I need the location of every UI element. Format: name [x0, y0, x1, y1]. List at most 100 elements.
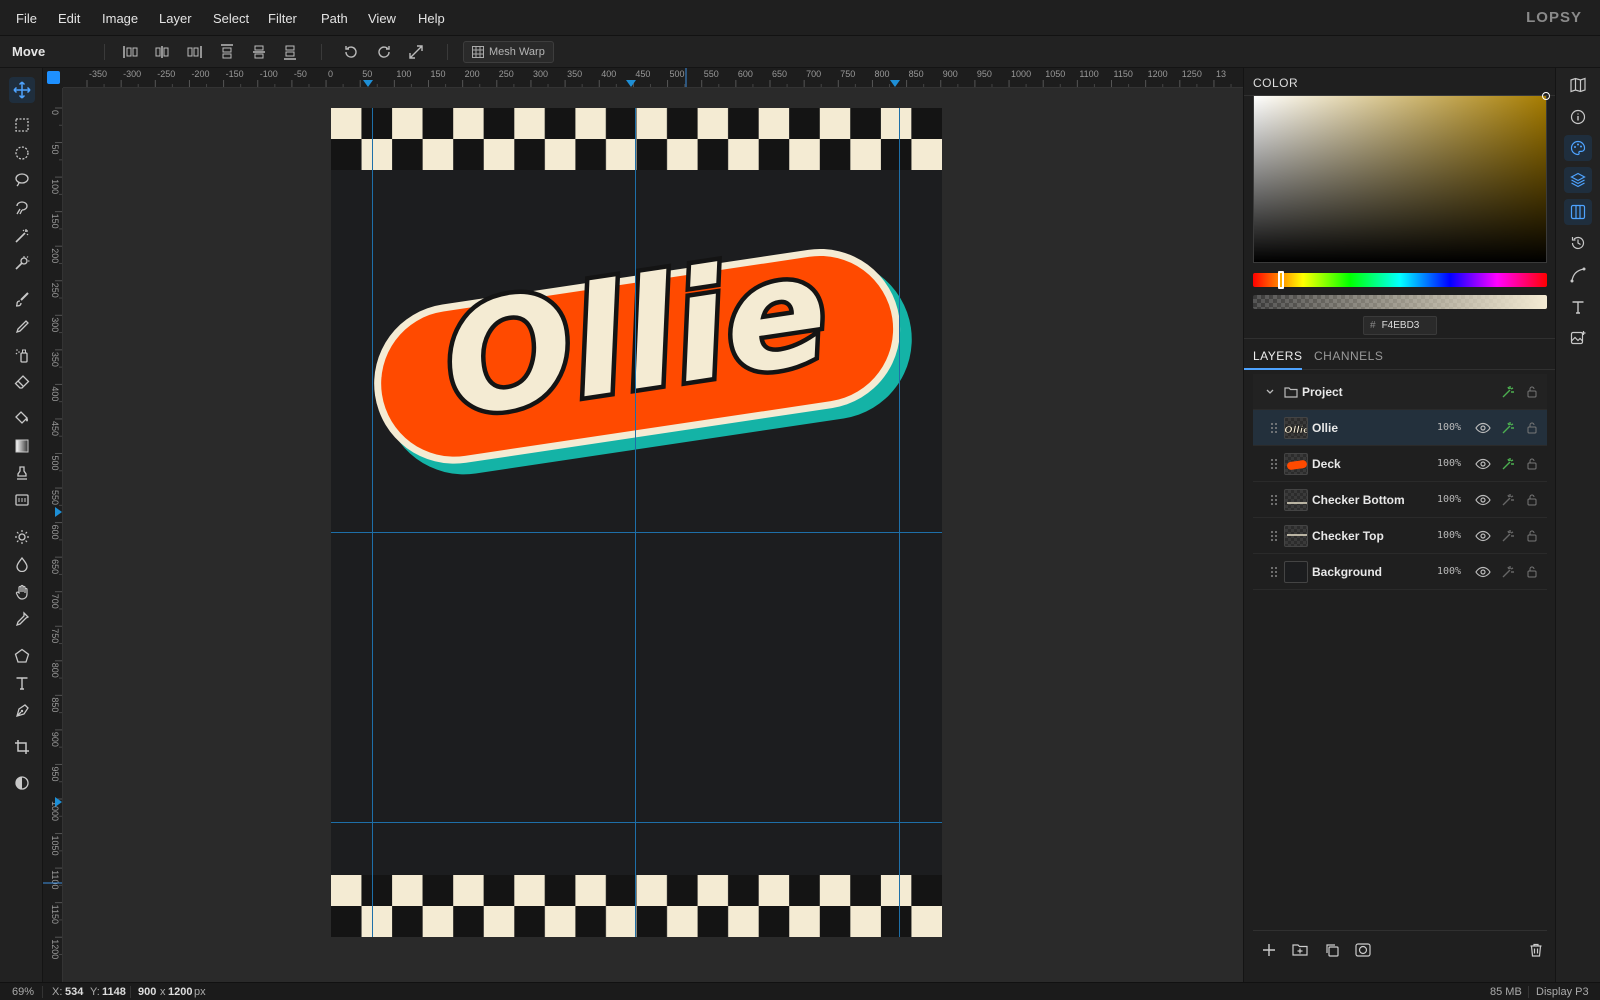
- paths-icon[interactable]: [1564, 262, 1592, 288]
- align-right-icon[interactable]: [182, 40, 206, 64]
- drag-handle-icon[interactable]: [1266, 492, 1282, 508]
- drag-handle-icon[interactable]: [1266, 456, 1282, 472]
- align-center-h-icon[interactable]: [150, 40, 174, 64]
- align-left-icon[interactable]: [119, 40, 143, 64]
- layer-opacity[interactable]: 100%: [1437, 494, 1461, 505]
- menu-layer[interactable]: Layer: [159, 11, 192, 26]
- pattern-stamp-icon[interactable]: [9, 487, 35, 513]
- tab-color[interactable]: COLOR: [1253, 76, 1298, 90]
- history-icon[interactable]: [1564, 230, 1592, 256]
- magic-wand-icon[interactable]: [9, 223, 35, 249]
- color-saturation-picker[interactable]: [1253, 92, 1550, 263]
- character-text-icon[interactable]: [1564, 294, 1592, 320]
- polygon-icon[interactable]: [9, 643, 35, 669]
- lock-icon[interactable]: [1524, 564, 1540, 580]
- menu-help[interactable]: Help: [418, 11, 445, 26]
- hue-slider[interactable]: [1253, 273, 1547, 287]
- layers-icon[interactable]: [1564, 167, 1592, 193]
- menu-file[interactable]: File: [16, 11, 37, 26]
- chevron-down-icon[interactable]: [1262, 384, 1278, 400]
- effects-icon[interactable]: [1500, 384, 1516, 400]
- stamp-icon[interactable]: [9, 460, 35, 486]
- info-icon[interactable]: [1564, 104, 1592, 130]
- drag-handle-icon[interactable]: [1266, 528, 1282, 544]
- tab-layers[interactable]: LAYERS: [1253, 349, 1302, 363]
- rotate-ccw-icon[interactable]: [339, 40, 363, 64]
- guide-marker[interactable]: [890, 80, 900, 87]
- menu-view[interactable]: View: [368, 11, 396, 26]
- drag-handle-icon[interactable]: [1266, 564, 1282, 580]
- rect-select-icon[interactable]: [9, 112, 35, 138]
- pen-icon[interactable]: [9, 698, 35, 724]
- hex-input[interactable]: # F4EBD3: [1363, 316, 1437, 335]
- lock-icon[interactable]: [1524, 492, 1540, 508]
- align-top-icon[interactable]: [215, 40, 239, 64]
- color-profile[interactable]: Display P3: [1536, 986, 1589, 998]
- ellipse-select-icon[interactable]: [9, 140, 35, 166]
- magnetic-lasso-icon[interactable]: [9, 195, 35, 221]
- horizontal-ruler[interactable]: -350 -300 -250 -200 -150 -100 -50 0 50 100 150 200 2…: [63, 68, 1243, 88]
- menu-edit[interactable]: Edit: [58, 11, 80, 26]
- tab-channels[interactable]: CHANNELS: [1314, 349, 1383, 363]
- new-folder-icon[interactable]: [1290, 940, 1310, 960]
- paint-bucket-icon[interactable]: [9, 405, 35, 431]
- add-layer-icon[interactable]: [1259, 940, 1279, 960]
- zoom-level[interactable]: 69%: [12, 986, 34, 998]
- eye-icon[interactable]: [1475, 492, 1491, 508]
- text-tool-icon[interactable]: [9, 670, 35, 696]
- navigator-map-icon[interactable]: [1564, 72, 1592, 98]
- trash-icon[interactable]: [1526, 940, 1546, 960]
- guide-vertical[interactable]: [899, 108, 900, 937]
- channels-icon[interactable]: [1564, 199, 1592, 225]
- brush-icon[interactable]: [9, 286, 35, 312]
- quick-select-icon[interactable]: [9, 250, 35, 276]
- sv-handle[interactable]: [1542, 92, 1550, 100]
- blur-icon[interactable]: [9, 551, 35, 577]
- hue-slider-handle[interactable]: [1278, 271, 1284, 289]
- contrast-icon[interactable]: [9, 770, 35, 796]
- alpha-slider[interactable]: [1253, 295, 1547, 309]
- lock-icon[interactable]: [1524, 420, 1540, 436]
- align-bottom-icon[interactable]: [278, 40, 302, 64]
- guide-vertical[interactable]: [635, 108, 636, 937]
- guide-horizontal[interactable]: [331, 532, 942, 533]
- document-canvas[interactable]: Ollie: [331, 108, 942, 937]
- eye-icon[interactable]: [1475, 456, 1491, 472]
- lasso-icon[interactable]: [9, 167, 35, 193]
- image-adjust-icon[interactable]: [1564, 325, 1592, 351]
- crop-icon[interactable]: [9, 734, 35, 760]
- rotate-cw-icon[interactable]: [372, 40, 396, 64]
- menu-image[interactable]: Image: [102, 11, 138, 26]
- guide-vertical[interactable]: [372, 108, 373, 937]
- menu-path[interactable]: Path: [321, 11, 348, 26]
- effects-icon[interactable]: [1500, 528, 1516, 544]
- guide-marker[interactable]: [626, 80, 636, 87]
- layer-row-ollie[interactable]: Ollie Ollie 100%: [1253, 410, 1547, 446]
- menu-filter[interactable]: Filter: [268, 11, 297, 26]
- effects-icon[interactable]: [1500, 420, 1516, 436]
- layer-opacity[interactable]: 100%: [1437, 458, 1461, 469]
- vertical-ruler[interactable]: 0 50 100 150 200 250 300 350 400 450 500 550 600 650 7…: [43, 88, 63, 982]
- palette-icon[interactable]: [1564, 135, 1592, 161]
- eyedropper-icon[interactable]: [9, 606, 35, 632]
- mask-layer-icon[interactable]: [1353, 940, 1373, 960]
- layer-row-deck[interactable]: Deck 100%: [1253, 446, 1547, 482]
- eye-icon[interactable]: [1475, 420, 1491, 436]
- drag-handle-icon[interactable]: [1266, 420, 1282, 436]
- layer-row-background[interactable]: Background 100%: [1253, 554, 1547, 590]
- gradient-icon[interactable]: [9, 433, 35, 459]
- hand-icon[interactable]: [9, 579, 35, 605]
- layer-opacity[interactable]: 100%: [1437, 530, 1461, 541]
- effects-icon[interactable]: [1500, 564, 1516, 580]
- move-tool-icon[interactable]: [9, 77, 35, 103]
- effects-icon[interactable]: [1500, 456, 1516, 472]
- lock-icon[interactable]: [1524, 528, 1540, 544]
- spray-icon[interactable]: [9, 342, 35, 368]
- dodge-icon[interactable]: [9, 524, 35, 550]
- ruler-origin-marker[interactable]: [47, 71, 60, 84]
- canvas-area[interactable]: Ollie: [63, 88, 1243, 982]
- effects-icon[interactable]: [1500, 492, 1516, 508]
- eraser-icon[interactable]: [9, 369, 35, 395]
- layer-opacity[interactable]: 100%: [1437, 566, 1461, 577]
- guide-marker[interactable]: [55, 507, 62, 517]
